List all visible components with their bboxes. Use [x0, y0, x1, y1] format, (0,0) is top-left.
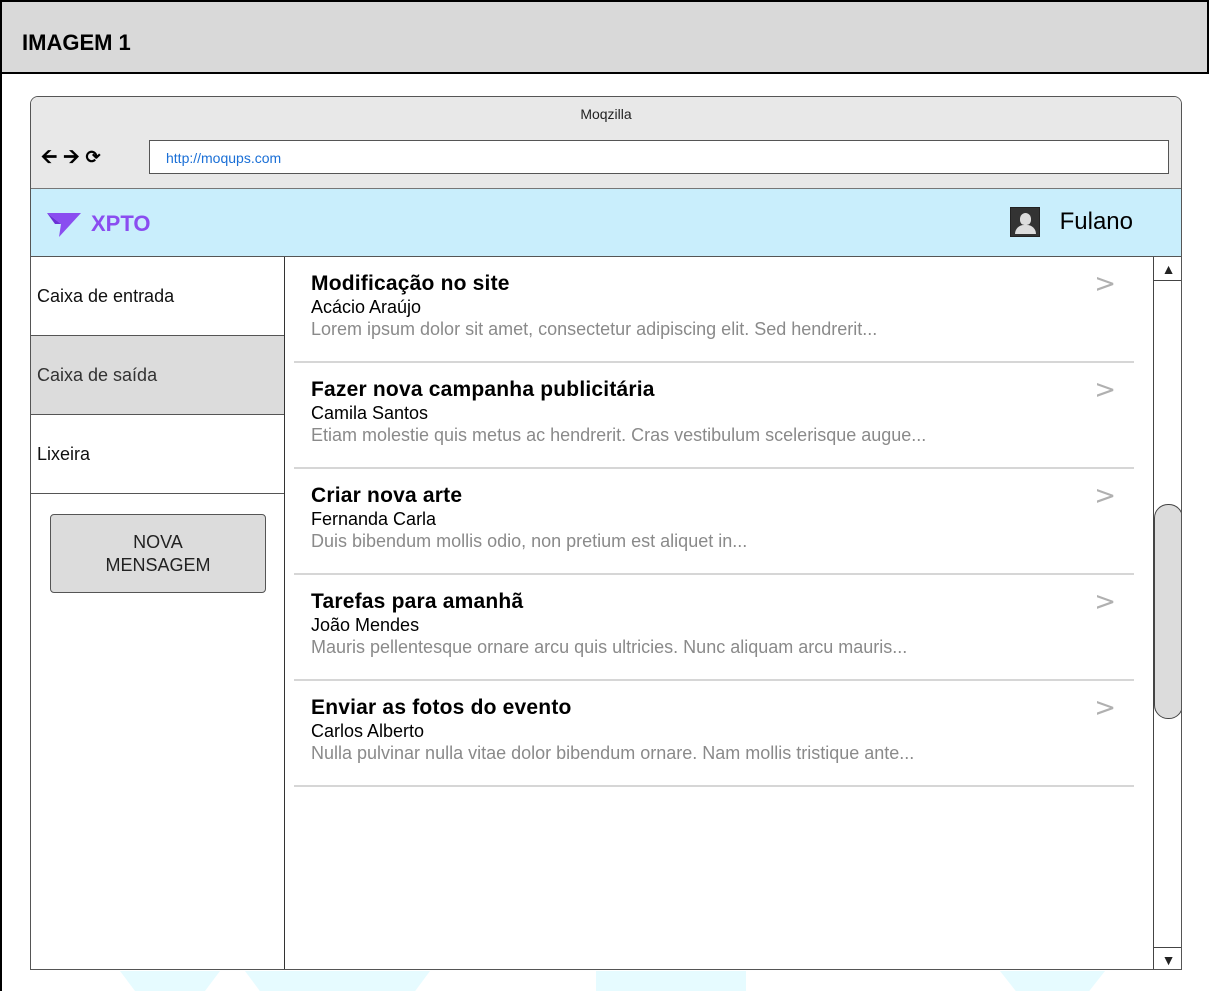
list-item[interactable]: Modificação no site Acácio Araújo Lorem … — [294, 257, 1134, 363]
page-title: IMAGEM 1 — [22, 30, 131, 55]
url-bar[interactable]: http://moqups.com — [149, 140, 1169, 174]
brand-name: XPTO — [91, 211, 151, 236]
list-item[interactable]: Tarefas para amanhã João Mendes Mauris p… — [294, 575, 1134, 681]
sidebar-item-inbox[interactable]: Caixa de entrada — [31, 257, 284, 336]
message-preview: Mauris pellentesque ornare arcu quis ult… — [311, 637, 908, 657]
paper-plane-icon — [47, 213, 81, 237]
arrow-right-icon[interactable]: 🡪 — [63, 147, 79, 167]
message-sender: Fernanda Carla — [311, 509, 437, 529]
message-subject: Modificação no site — [311, 272, 510, 295]
chevron-right-icon[interactable]: > — [1094, 375, 1116, 405]
browser-chrome: Moqzilla 🡨 🡪 ⟳ http://moqups.com — [31, 97, 1181, 189]
chevron-right-icon[interactable]: > — [1094, 481, 1116, 511]
new-message-button[interactable]: NOVA MENSAGEM — [50, 514, 266, 593]
message-subject: Enviar as fotos do evento — [311, 696, 572, 719]
brand-logo[interactable]: XPTO — [47, 211, 151, 237]
app-header: XPTO Fulano — [31, 189, 1181, 257]
message-preview: Etiam molestie quis metus ac hendrerit. … — [311, 425, 927, 445]
message-preview: Duis bibendum mollis odio, non pretium e… — [311, 531, 748, 551]
avatar-icon — [1009, 207, 1040, 237]
scroll-up-icon[interactable]: ▲ — [1154, 257, 1181, 281]
message-sender: Acácio Araújo — [311, 297, 422, 317]
browser-nav: 🡨 🡪 ⟳ — [41, 147, 101, 167]
message-sender: Carlos Alberto — [311, 721, 425, 741]
list-item[interactable]: Enviar as fotos do evento Carlos Alberto… — [294, 681, 1134, 787]
sidebar-item-outbox[interactable]: Caixa de saída — [31, 336, 284, 415]
reload-icon[interactable]: ⟳ — [86, 147, 101, 167]
scrollbar[interactable]: ▲ ▼ — [1153, 257, 1181, 969]
scrollbar-thumb[interactable] — [1154, 504, 1181, 719]
message-subject: Tarefas para amanhã — [311, 590, 524, 613]
list-item[interactable]: Fazer nova campanha publicitária Camila … — [294, 363, 1134, 469]
message-preview: Nulla pulvinar nulla vitae dolor bibendu… — [311, 743, 915, 763]
browser-window: Moqzilla 🡨 🡪 ⟳ http://moqups.com XPTO Fu… — [30, 96, 1182, 970]
sidebar-item-trash[interactable]: Lixeira — [31, 415, 284, 494]
chevron-right-icon[interactable]: > — [1094, 587, 1116, 617]
sidebar: Caixa de entrada Caixa de saída Lixeira … — [31, 257, 285, 969]
message-sender: João Mendes — [311, 615, 420, 635]
chevron-right-icon[interactable]: > — [1094, 269, 1116, 299]
message-sender: Camila Santos — [311, 403, 429, 423]
message-subject: Criar nova arte — [311, 484, 463, 507]
list-item[interactable]: Criar nova arte Fernanda Carla Duis bibe… — [294, 469, 1134, 575]
user-menu[interactable]: Fulano — [1009, 207, 1133, 237]
user-name: Fulano — [1059, 208, 1133, 235]
window-title: Moqzilla — [580, 106, 632, 122]
arrow-left-icon[interactable]: 🡨 — [41, 147, 57, 167]
message-list: Modificação no site Acácio Araújo Lorem … — [294, 257, 1134, 969]
scroll-down-icon[interactable]: ▼ — [1154, 947, 1181, 969]
page-header: IMAGEM 1 — [0, 0, 1209, 74]
chevron-right-icon[interactable]: > — [1094, 693, 1116, 723]
message-preview: Lorem ipsum dolor sit amet, consectetur … — [311, 319, 878, 339]
message-subject: Fazer nova campanha publicitária — [311, 378, 655, 401]
